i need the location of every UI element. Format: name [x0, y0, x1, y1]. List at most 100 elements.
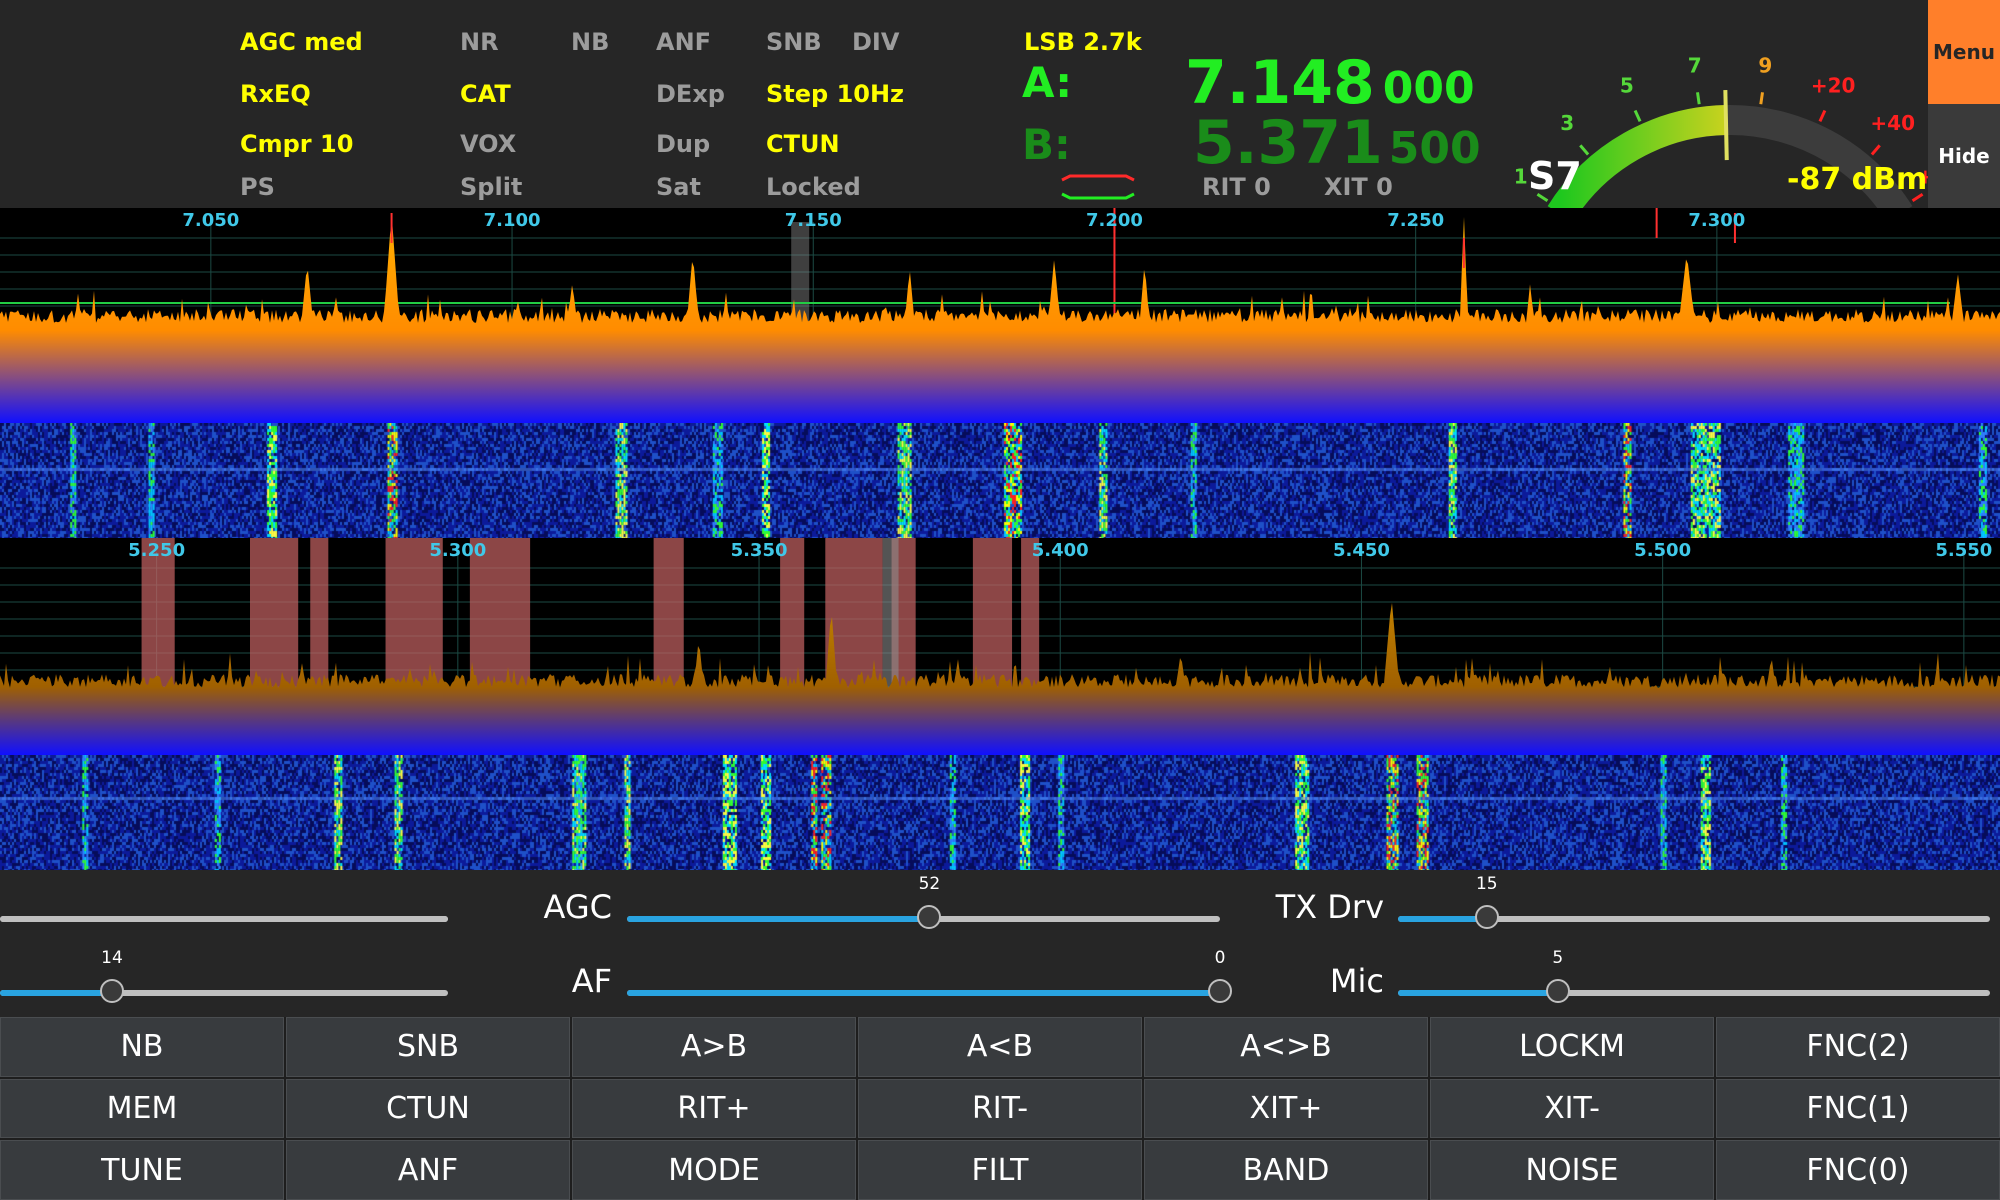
waterfall-display-b[interactable] [0, 755, 2000, 870]
agc-slider-value: 52 [918, 874, 941, 894]
nb-indicator[interactable]: NB [571, 28, 609, 56]
frequency-tick-label: 7.250 [1387, 210, 1445, 231]
hide-button[interactable]: Hide [1928, 104, 2000, 208]
left-bottom-slider[interactable] [0, 979, 448, 1003]
waterfall-display-a[interactable] [0, 423, 2000, 538]
frequency-tick-label: 5.500 [1634, 540, 1692, 561]
slider-thumb[interactable] [1545, 979, 1570, 1003]
slider-fill [627, 990, 1220, 996]
status-bar: AGC med RxEQ Cmpr 10 PS NR CAT VOX Split… [0, 0, 2000, 208]
txdrv-slider-label: TX Drv [1275, 888, 1384, 926]
div-indicator[interactable]: DIV [852, 28, 899, 56]
compressor-indicator[interactable]: Cmpr 10 [240, 130, 353, 158]
mic-slider[interactable] [1398, 979, 1990, 1003]
meter-tick [1818, 109, 1827, 123]
a-to-b-button[interactable]: A>B [572, 1017, 856, 1077]
lockm-button[interactable]: LOCKM [1430, 1017, 1714, 1077]
noise-button[interactable]: NOISE [1430, 1140, 1714, 1200]
left-bottom-slider-value: 14 [101, 948, 123, 968]
rxeq-indicator[interactable]: RxEQ [240, 80, 311, 108]
meter-tick [1633, 109, 1642, 123]
band-plan-segment [1021, 538, 1040, 700]
txdrv-slider[interactable] [1398, 905, 1990, 929]
dup-indicator[interactable]: Dup [656, 130, 710, 158]
ps-indicator[interactable]: PS [240, 173, 275, 201]
fnc1-button[interactable]: FNC(1) [1716, 1078, 2000, 1139]
spectrum-display-b[interactable] [0, 538, 2000, 755]
frequency-tick-label: 7.200 [1085, 210, 1143, 231]
frequency-tick-label: 5.300 [429, 540, 487, 561]
rit-plus-button[interactable]: RIT+ [572, 1078, 856, 1139]
anf-button[interactable]: ANF [286, 1140, 570, 1200]
snb-indicator[interactable]: SNB [766, 28, 822, 56]
xit-indicator[interactable]: XIT 0 [1324, 173, 1393, 201]
cat-indicator[interactable]: CAT [460, 80, 511, 108]
frequency-tick-label: 5.350 [730, 540, 788, 561]
b-to-a-button[interactable]: A<B [858, 1017, 1142, 1077]
vfo-b-frequency[interactable]: 5.371 500 [1193, 108, 1481, 178]
frequency-tick-label: 7.300 [1688, 210, 1746, 231]
step-indicator[interactable]: Step 10Hz [766, 80, 904, 108]
slider-thumb[interactable] [917, 905, 942, 929]
ctun-indicator[interactable]: CTUN [766, 130, 840, 158]
frequency-tick-label: 7.050 [182, 210, 240, 231]
dexp-indicator[interactable]: DExp [656, 80, 725, 108]
mem-button[interactable]: MEM [0, 1078, 284, 1139]
locked-indicator[interactable]: Locked [766, 173, 861, 201]
agc-slider-label: AGC [543, 888, 612, 926]
frequency-tick-label: 5.450 [1332, 540, 1390, 561]
vfo-b-hz: 500 [1388, 123, 1481, 174]
slider-thumb[interactable] [1208, 979, 1232, 1003]
meter-needle [1723, 90, 1729, 161]
mode-button[interactable]: MODE [572, 1140, 856, 1200]
swap-ab-button[interactable]: A<>B [1144, 1017, 1428, 1077]
panadapter-vfo-b[interactable]: 5.250 5.300 5.350 5.400 5.450 5.500 5.550 [0, 538, 2000, 870]
slider-fill [0, 916, 448, 922]
spectrum-display-a[interactable] [0, 208, 2000, 423]
band-plan-segment [972, 538, 1013, 700]
agc-indicator[interactable]: AGC med [240, 28, 363, 56]
slider-thumb[interactable] [1474, 905, 1499, 929]
slider-fill [627, 916, 930, 922]
snb-button[interactable]: SNB [286, 1017, 570, 1077]
band-plan-segment [780, 538, 805, 700]
meter-scale-label: 3 [1560, 111, 1574, 135]
anf-indicator[interactable]: ANF [656, 28, 711, 56]
s-reading: S7 [1528, 154, 1582, 198]
agc-slider[interactable] [627, 905, 1220, 929]
fnc2-button[interactable]: FNC(2) [1716, 1017, 2000, 1077]
meter-scale-label: +40 [1870, 111, 1915, 135]
af-slider[interactable] [627, 979, 1232, 1003]
vox-indicator[interactable]: VOX [460, 130, 516, 158]
menu-button[interactable]: Menu [1928, 0, 2000, 104]
vfo-b-label: B: [1022, 120, 1071, 169]
left-top-slider[interactable] [0, 916, 448, 922]
xit-plus-button[interactable]: XIT+ [1144, 1078, 1428, 1139]
band-button[interactable]: BAND [1144, 1140, 1428, 1200]
meter-level-arc [1547, 105, 1727, 208]
dbm-reading: -87 dBm [1787, 162, 1928, 197]
meter-scale-label: 7 [1688, 54, 1702, 78]
rit-minus-button[interactable]: RIT- [858, 1078, 1142, 1139]
frequency-tick-label: 5.400 [1031, 540, 1089, 561]
frequency-tick-label: 7.100 [483, 210, 541, 231]
slider-thumb[interactable] [100, 979, 124, 1003]
mode-filter-label[interactable]: LSB 2.7k [1024, 28, 1142, 56]
sat-indicator[interactable]: Sat [656, 173, 701, 201]
xit-minus-button[interactable]: XIT- [1430, 1078, 1714, 1139]
txdrv-slider-value: 15 [1475, 874, 1498, 894]
ctun-button[interactable]: CTUN [286, 1078, 570, 1139]
rit-indicator[interactable]: RIT 0 [1202, 173, 1271, 201]
filter-button[interactable]: FILT [858, 1140, 1142, 1200]
nr-indicator[interactable]: NR [460, 28, 499, 56]
frequency-tick-label: 7.150 [784, 210, 842, 231]
vfo-b-mhz: 5.371 [1193, 108, 1383, 178]
nb-button[interactable]: NB [0, 1017, 284, 1077]
meter-scale-label: 1 [1514, 164, 1528, 188]
fnc0-button[interactable]: FNC(0) [1716, 1140, 2000, 1200]
panadapter-vfo-a[interactable]: 7.050 7.100 7.150 7.200 7.250 7.300 [0, 208, 2000, 538]
slider-fill [1398, 916, 1487, 922]
split-indicator[interactable]: Split [460, 173, 522, 201]
vfo-a-label: A: [1022, 58, 1073, 107]
tune-button[interactable]: TUNE [0, 1140, 284, 1200]
